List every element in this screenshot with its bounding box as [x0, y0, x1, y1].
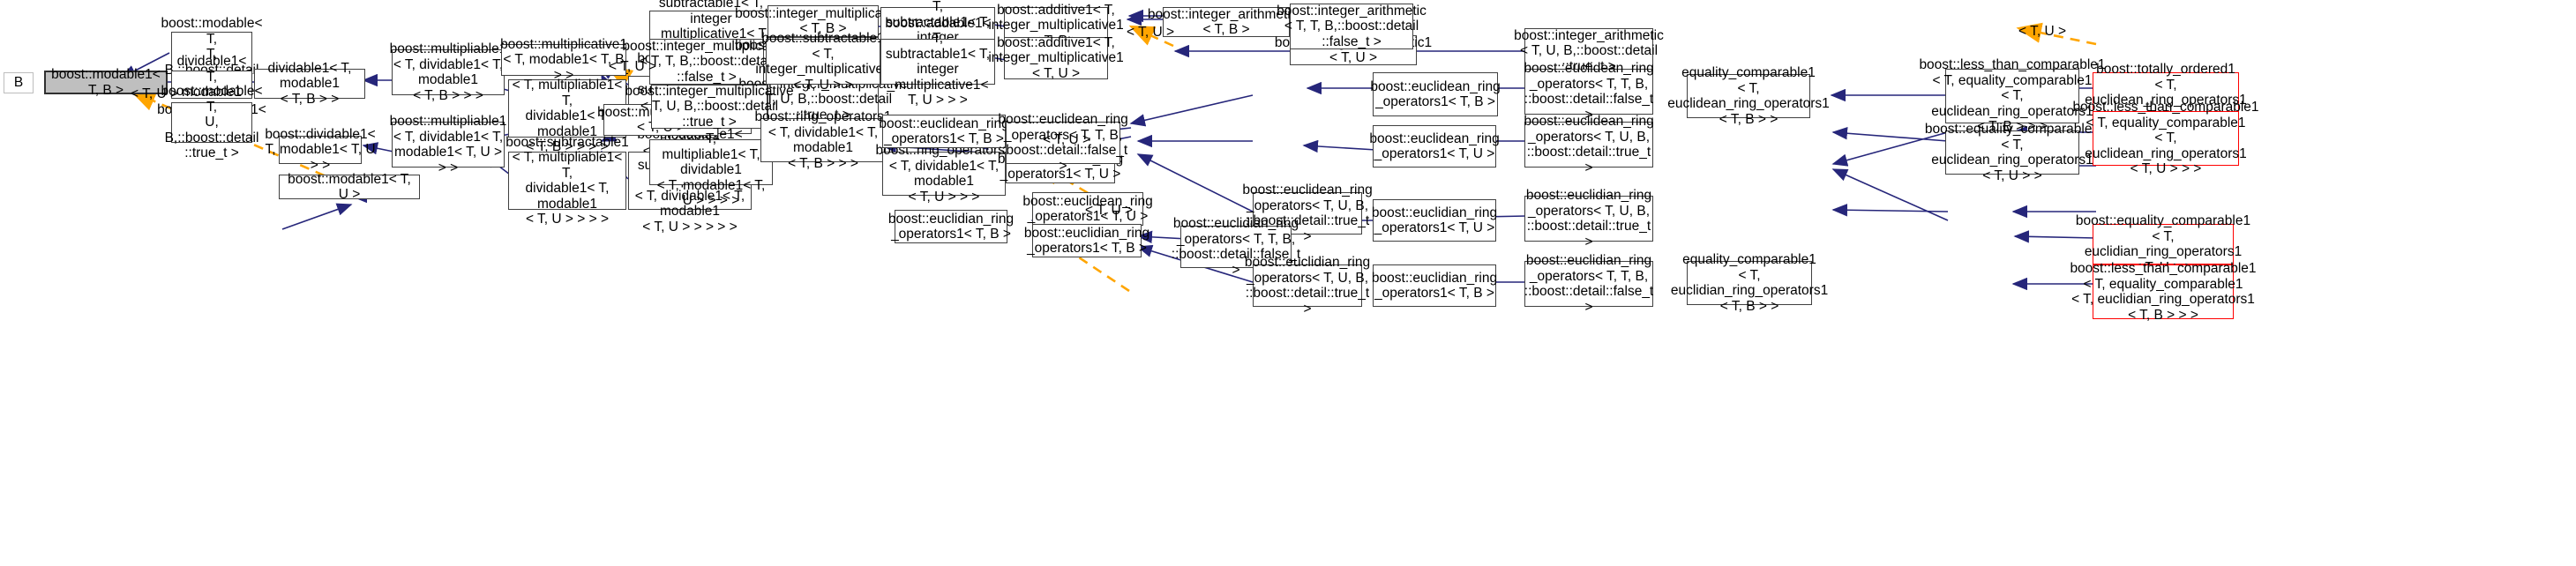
node-modable1-t-u-2[interactable]: boost::modable1< T, U >	[279, 172, 420, 202]
node-integer-arithmetic1-b[interactable]: boost::integer_arithmetic1 < T, B >	[1148, 7, 1305, 37]
node-equality-comparable1-euclidean-t-u[interactable]: boost::equality_comparable1 < T, euclide…	[1925, 122, 2100, 183]
node-integer-multiplicative-t-u-b-true-2[interactable]: boost::integer_multiplicative < T, U, B,…	[625, 84, 793, 130]
node-euclidean-ring-operators-t-t-b-false-dup[interactable]: boost::euclidean_ring _operators< T, T, …	[1524, 61, 1653, 123]
node-integer-arithmetic-t-t-b-false[interactable]: boost::integer_arithmetic < T, T, B,::bo…	[1277, 4, 1427, 49]
node-euclidean-ring-operators-t-u-b-true-dup[interactable]: boost::euclidean_ring _operators< T, U, …	[1524, 114, 1653, 175]
edge-label-4: < T, U >	[1043, 132, 1090, 147]
node-euclidian-ring-operators-t-u-b-true[interactable]: boost::euclidian_ring _operators< T, U, …	[1245, 255, 1370, 317]
node-B[interactable]: B	[4, 72, 34, 93]
node-equality-comparable1-euclidian-b[interactable]: equality_comparable1 < T, euclidian_ring…	[1671, 252, 1828, 314]
node-euclidean-ring-operators1-b-dup[interactable]: boost::euclidean_ring _operators1< T, B …	[1370, 72, 1501, 116]
edge-label-5: < T, U >	[1085, 203, 1133, 218]
node-euclidean-ring-operators1-b[interactable]: boost::euclidean_ring _operators1< T, B …	[879, 115, 1009, 148]
node-subtractable1-t-u[interactable]: boost::subtractable1 < T, multipliable1<…	[505, 135, 629, 227]
node-additive1-integer-multiplicative1-t-u[interactable]: boost::additive1< T, integer_multiplicat…	[988, 35, 1123, 81]
node-equality-comparable1-euclidian-t-u[interactable]: boost::equality_comparable1 < T, euclidi…	[2076, 213, 2250, 275]
node-dividable1-modable1-b-2[interactable]: dividable1< T, modable1 < T, B > >	[254, 61, 365, 107]
edge-label-3: < T, U >	[1127, 25, 1174, 40]
node-euclidean-ring-operators1-t-u-dup[interactable]: boost::euclidean_ring _operators1< T, U …	[1369, 125, 1500, 168]
node-ring-operators1-b[interactable]: boost::ring_operators1 < T, dividable1< …	[754, 109, 891, 171]
node-multipliable1-b[interactable]: boost::multipliable1 < T, dividable1< T,…	[390, 41, 507, 103]
node-euclidian-ring-operators1-b-2[interactable]: boost::euclidian_ring _operators1< T, B …	[1024, 224, 1149, 257]
edge-label-6: < T, U >	[2018, 24, 2066, 39]
node-subtractable1-integer-multiplicative1-t-u[interactable]: boost::subtractable1 < T, integer_multip…	[755, 31, 890, 93]
node-dividable1-t-u[interactable]: boost::dividable1< T, modable1< T, U > >	[265, 127, 375, 173]
node-euclidian-ring-operators1-b[interactable]: boost::euclidian_ring _operators1< T, B …	[888, 210, 1014, 243]
node-multiplicative1-b[interactable]: boost::multiplicative1 < T, modable1< T,…	[500, 37, 627, 83]
inheritance-diagram: B boost::modable1< T, B > boost::modable…	[0, 0, 2576, 566]
node-ring-operators1-t-u[interactable]: boost::ring_operators1 < T, dividable1< …	[875, 143, 1012, 205]
node-less-than-comparable1-euclidean-t-u[interactable]: boost::less_than_comparable1 < T, equali…	[2072, 100, 2258, 176]
node-euclidian-ring-operators-t-t-b-false-dup[interactable]: boost::euclidian_ring _operators< T, T, …	[1524, 253, 1653, 315]
node-less-than-comparable1-euclidian-t-u[interactable]: boost::less_than_comparable1 < T, equali…	[2070, 261, 2256, 323]
edge-label-2: < T, U >	[609, 59, 656, 74]
node-euclidian-ring-operators-t-u-b-true-dup[interactable]: boost::euclidian_ring _operators< T, U, …	[1524, 188, 1653, 249]
node-euclidian-ring-operators1-t-u-dup[interactable]: boost::euclidian_ring _operators1< T, U …	[1372, 199, 1497, 242]
node-modable-t-u-b-true[interactable]: boost::modable< T, U, B,::boost::detail …	[161, 84, 262, 160]
node-addable1-subtractable1-integer-t-u[interactable]: boost::addable1< T, subtractable1< T, in…	[880, 16, 995, 108]
node-multipliable1-t-u[interactable]: boost::multipliable1 < T, dividable1< T,…	[390, 114, 507, 175]
node-less-than-comparable1-euclidean-b[interactable]: boost::less_than_comparable1 < T, equali…	[1919, 57, 2105, 134]
edge-label-1: < T, U >	[131, 86, 178, 101]
node-euclidian-ring-operators1-b-dup[interactable]: boost::euclidian_ring _operators1< T, B …	[1372, 264, 1497, 307]
node-equality-comparable1-euclidean-b[interactable]: equality_comparable1 < T, euclidean_ring…	[1667, 65, 1830, 127]
